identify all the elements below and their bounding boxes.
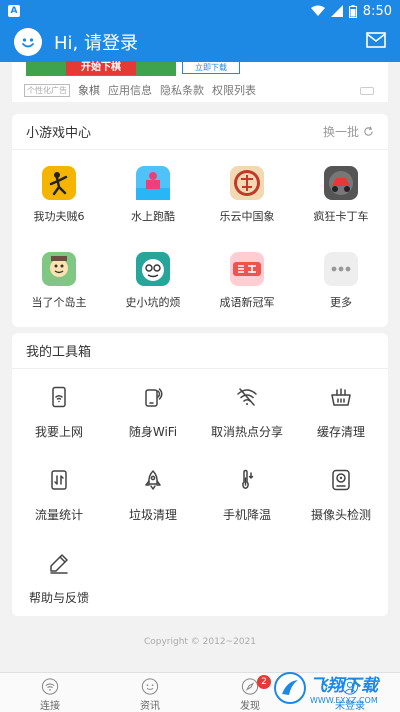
ad-link-app-info[interactable]: 应用信息 <box>108 82 152 98</box>
ad-link-permissions[interactable]: 权限列表 <box>212 82 256 98</box>
tool-label: 帮助与反馈 <box>28 591 89 605</box>
game-label: 史小坑的烦 <box>125 296 181 309</box>
tool-item[interactable]: 流量统计 <box>12 452 106 535</box>
ad-banner[interactable]: 开始下棋 立即下载 个性化广告 象棋 应用信息 隐私条款 权限列表 <box>12 61 388 102</box>
stickman-game-icon <box>42 166 76 200</box>
game-item[interactable]: 史小坑的烦 <box>106 236 200 322</box>
watermark-url: WWW.FXXZ.COM <box>310 696 378 705</box>
tab-label: 资讯 <box>140 701 160 712</box>
ad-image[interactable]: 开始下棋 <box>26 61 176 76</box>
wifi-off-icon <box>235 385 259 409</box>
game-label: 更多 <box>330 296 352 309</box>
tool-item[interactable]: 垃圾清理 <box>106 452 200 535</box>
cell-signal-icon <box>330 5 343 17</box>
game-item[interactable]: 更多 <box>294 236 388 322</box>
tool-item[interactable]: 帮助与反馈 <box>12 535 106 618</box>
ad-link-privacy[interactable]: 隐私条款 <box>160 82 204 98</box>
tool-label: 随身WiFi <box>128 425 178 439</box>
ad-tag: 个性化广告 <box>24 83 70 97</box>
wifi-signal-icon <box>310 5 325 16</box>
tool-label: 手机降温 <box>222 508 271 522</box>
mini-game-center: 小游戏中心 换一批 我功夫贼6 水上跑酷 乐云中国象 疯狂卡丁车当了个岛主 史小坑的烦 成… <box>12 114 388 327</box>
tool-label: 取消热点分享 <box>210 425 283 439</box>
tool-label: 缓存清理 <box>316 425 365 439</box>
tool-item[interactable]: 缓存清理 <box>294 369 388 452</box>
basket-icon <box>329 385 353 409</box>
traffic-stats-icon <box>47 468 71 492</box>
water-run-game-icon <box>136 166 170 200</box>
ad-banner-label: 开始下棋 <box>66 61 136 75</box>
tool-item[interactable]: 摄像头检测 <box>294 452 388 535</box>
tool-label: 流量统计 <box>34 508 83 522</box>
game-label: 水上跑酷 <box>131 210 175 223</box>
tab-connect[interactable]: 连接 <box>0 673 100 712</box>
battery-icon <box>348 4 357 18</box>
thermometer-icon <box>235 468 259 492</box>
rocket-icon <box>141 468 165 492</box>
ad-close-icon[interactable] <box>360 87 374 95</box>
app-header: Hi, 请登录 <box>0 22 400 62</box>
game-label: 乐云中国象 <box>219 210 275 223</box>
portable-wifi-icon <box>141 385 165 409</box>
game-item[interactable]: 我功夫贼6 <box>12 150 106 236</box>
watermark: 飞翔下载 WWW.FXXZ.COM <box>274 668 394 708</box>
island-game-icon <box>42 252 76 286</box>
more-icon <box>324 252 358 286</box>
game-label: 我功夫贼6 <box>33 210 85 223</box>
refresh-icon <box>364 126 373 136</box>
game-item[interactable]: 疯狂卡丁车 <box>294 150 388 236</box>
tool-label: 我要上网 <box>34 425 83 439</box>
tool-label: 垃圾清理 <box>128 508 177 522</box>
news-tab-icon <box>141 678 159 695</box>
chinese-chess-game-icon <box>230 166 264 200</box>
game-label: 疯狂卡丁车 <box>313 210 369 223</box>
section-title: 我的工具箱 <box>26 345 92 360</box>
tool-item[interactable]: 手机降温 <box>200 452 294 535</box>
game-label: 成语新冠军 <box>219 296 275 309</box>
section-title: 小游戏中心 <box>26 126 92 141</box>
game-item[interactable]: 当了个岛主 <box>12 236 106 322</box>
kart-game-icon <box>324 166 358 200</box>
game-label: 当了个岛主 <box>31 296 87 309</box>
tab-label: 发现 <box>240 701 260 712</box>
tab-label: 连接 <box>40 701 60 712</box>
wifi-tab-icon <box>41 678 59 695</box>
tool-item[interactable]: 随身WiFi <box>106 369 200 452</box>
game-item[interactable]: 成语新冠军 <box>200 236 294 322</box>
idiom-game-icon <box>230 252 264 286</box>
login-prompt[interactable]: Hi, 请登录 <box>54 29 138 55</box>
copyright: Copyright © 2012~2021 <box>143 637 257 647</box>
toolbox: 我的工具箱 我要上网 随身WiFi 取消热点分享 缓存清理流量统计 垃圾清理 手机降温 摄像… <box>12 333 388 616</box>
tool-label: 摄像头检测 <box>310 508 371 522</box>
tab-news[interactable]: 资讯 <box>100 673 200 712</box>
ad-app-name: 象棋 <box>78 84 100 97</box>
refresh-label: 换一批 <box>322 125 359 139</box>
mail-icon[interactable] <box>366 32 386 52</box>
camera-detect-icon <box>329 468 353 492</box>
tool-item[interactable]: 取消热点分享 <box>200 369 294 452</box>
tool-item[interactable]: 我要上网 <box>12 369 106 452</box>
watermark-logo-icon <box>274 672 306 704</box>
game-item[interactable]: 水上跑酷 <box>106 150 200 236</box>
clock: 8:50 <box>362 3 392 19</box>
phone-wifi-icon <box>47 385 71 409</box>
ad-download-button[interactable]: 立即下载 <box>182 62 240 74</box>
cartoon-face-game-icon <box>136 252 170 286</box>
game-item[interactable]: 乐云中国象 <box>200 150 294 236</box>
watermark-title: 飞翔下载 <box>310 676 378 696</box>
status-bar: A 8:50 <box>0 0 400 22</box>
avatar-smile-icon[interactable] <box>14 28 42 56</box>
notification-badge: 2 <box>257 675 271 689</box>
refresh-button[interactable]: 换一批 <box>323 123 374 140</box>
app-notification-icon: A <box>8 5 20 17</box>
pencil-icon <box>47 551 71 575</box>
